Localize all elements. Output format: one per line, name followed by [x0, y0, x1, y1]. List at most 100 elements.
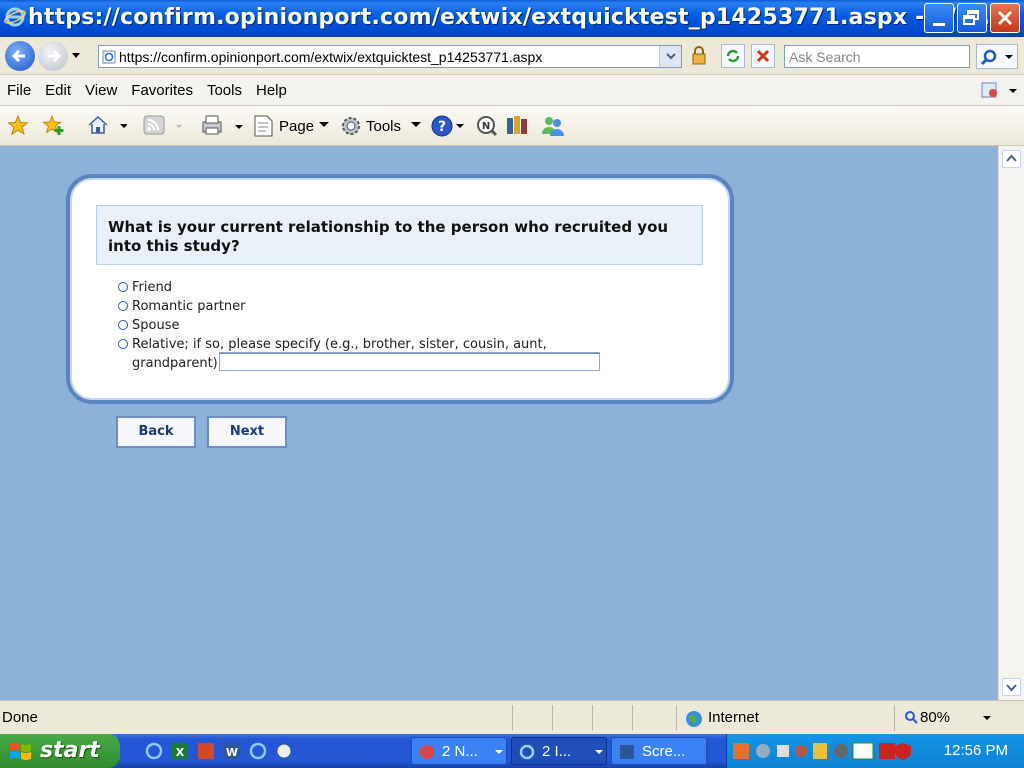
- zoom-level[interactable]: 80%: [920, 709, 950, 726]
- start-label[interactable]: start: [40, 738, 100, 763]
- print-icon[interactable]: [200, 114, 244, 136]
- scroll-down-button[interactable]: [1002, 678, 1021, 696]
- arrow-right-icon: [48, 49, 62, 63]
- menu-tools[interactable]: Tools: [200, 82, 249, 99]
- zoom-icon: [905, 711, 918, 724]
- globe-icon: [686, 711, 702, 727]
- option-label-continuation: grandparent): [132, 356, 218, 371]
- search-icon: [980, 49, 1013, 66]
- chevron-down-icon: [666, 53, 676, 60]
- favorites-star-icon[interactable]: [7, 114, 29, 136]
- task-label[interactable]: 2 I...: [542, 743, 571, 760]
- task-label[interactable]: 2 N...: [442, 743, 478, 760]
- refresh-icon: [726, 49, 740, 63]
- back-nav-button[interactable]: [5, 41, 35, 71]
- forward-nav-button[interactable]: [38, 41, 68, 71]
- next-button[interactable]: Next: [207, 416, 287, 448]
- address-bar[interactable]: https://confirm.opinionport.com/extwix/e…: [98, 45, 682, 68]
- question-text: What is your current relationship to the…: [108, 218, 669, 255]
- page-menu-icon[interactable]: [252, 114, 276, 138]
- option-label[interactable]: Friend: [132, 280, 172, 295]
- task-app-icon: [420, 745, 434, 759]
- close-icon: [997, 10, 1013, 26]
- question-header: What is your current relationship to the…: [96, 205, 703, 265]
- chevron-down-icon: [1006, 684, 1017, 692]
- add-favorite-icon[interactable]: [42, 114, 66, 136]
- vertical-scrollbar[interactable]: [998, 146, 1024, 700]
- taskbar: start X W 2 N... 2 I... Scre... 12:56 PM: [0, 734, 1024, 768]
- chevron-down-icon: [595, 750, 603, 754]
- page-content: What is your current relationship to the…: [0, 146, 998, 700]
- stop-icon: [756, 49, 770, 63]
- command-bar: Page Tools ? N: [0, 106, 1024, 146]
- radio-button[interactable]: [118, 282, 128, 292]
- menu-help[interactable]: Help: [249, 82, 294, 99]
- lock-icon[interactable]: [690, 46, 708, 66]
- option-label[interactable]: Romantic partner: [132, 299, 246, 314]
- windows-logo-icon: [10, 743, 31, 760]
- clock: 12:56 PM: [943, 742, 1008, 759]
- research-books-icon[interactable]: [505, 114, 531, 138]
- option-label[interactable]: Spouse: [132, 318, 179, 333]
- internet-explorer-icon: [519, 744, 535, 760]
- task-button-3[interactable]: Scre...: [611, 737, 707, 765]
- page-menu-label[interactable]: Page: [279, 118, 314, 135]
- search-input[interactable]: [785, 46, 969, 67]
- chevron-down-icon: [495, 750, 503, 754]
- svg-text:X: X: [176, 746, 185, 759]
- svg-text:?: ?: [438, 119, 446, 135]
- option-label[interactable]: Relative; if so, please specify (e.g., b…: [132, 337, 547, 352]
- tray-icons[interactable]: [733, 741, 923, 761]
- menu-edit[interactable]: Edit: [38, 82, 78, 99]
- chevron-down-icon[interactable]: [410, 121, 422, 129]
- menu-view[interactable]: View: [78, 82, 124, 99]
- radio-button[interactable]: [118, 320, 128, 330]
- title-bar: https://confirm.opinionport.com/extwix/e…: [0, 0, 1024, 37]
- research-icon[interactable]: N: [475, 114, 499, 138]
- menu-file[interactable]: File: [0, 82, 38, 99]
- radio-button[interactable]: [118, 339, 128, 349]
- home-icon[interactable]: [87, 114, 127, 136]
- feeds-icon[interactable]: [143, 114, 183, 136]
- tools-menu-label[interactable]: Tools: [366, 118, 401, 135]
- address-dropdown-button[interactable]: [659, 46, 681, 67]
- messenger-icon[interactable]: [540, 114, 566, 138]
- menu-favorites[interactable]: Favorites: [124, 82, 200, 99]
- tools-gear-icon[interactable]: [339, 114, 363, 138]
- close-button[interactable]: [990, 3, 1020, 33]
- system-tray: 12:56 PM: [726, 734, 1024, 768]
- quick-launch-icons[interactable]: X W: [144, 741, 304, 761]
- security-zone[interactable]: Internet: [708, 709, 759, 726]
- chevron-down-icon[interactable]: [318, 121, 330, 129]
- address-url[interactable]: https://confirm.opinionport.com/extwix/e…: [119, 49, 542, 65]
- refresh-button[interactable]: [721, 44, 745, 68]
- radio-button[interactable]: [118, 301, 128, 311]
- start-button[interactable]: start: [0, 734, 120, 768]
- relative-specify-input[interactable]: [219, 353, 600, 371]
- status-bar: Done Internet 80%: [0, 700, 1024, 734]
- search-box[interactable]: [784, 45, 970, 68]
- arrow-left-icon: [11, 49, 25, 63]
- task-button-1[interactable]: 2 N...: [411, 737, 507, 765]
- task-label[interactable]: Scre...: [642, 743, 685, 760]
- search-button[interactable]: [976, 44, 1018, 69]
- recent-pages-dropdown-icon[interactable]: [71, 52, 81, 60]
- zoom-dropdown-icon[interactable]: [982, 715, 992, 721]
- help-icon[interactable]: ?: [430, 114, 466, 138]
- toolbar-options-icon[interactable]: [980, 81, 1018, 101]
- internet-explorer-icon: [4, 7, 26, 27]
- task-button-2[interactable]: 2 I...: [511, 737, 607, 765]
- scroll-up-button[interactable]: [1002, 150, 1021, 168]
- stop-button[interactable]: [751, 44, 775, 68]
- status-text: Done: [2, 709, 38, 726]
- svg-text:W: W: [226, 746, 238, 759]
- restore-button[interactable]: [957, 3, 987, 33]
- chevron-up-icon: [1006, 154, 1017, 162]
- back-button[interactable]: Back: [116, 416, 196, 448]
- address-row: https://confirm.opinionport.com/extwix/e…: [0, 37, 1024, 75]
- menu-bar: File Edit View Favorites Tools Help: [0, 75, 1024, 106]
- minimize-button[interactable]: [924, 3, 954, 33]
- window-title: https://confirm.opinionport.com/extwix/e…: [28, 5, 991, 30]
- page-icon: [102, 50, 116, 64]
- word-document-icon: [620, 745, 634, 759]
